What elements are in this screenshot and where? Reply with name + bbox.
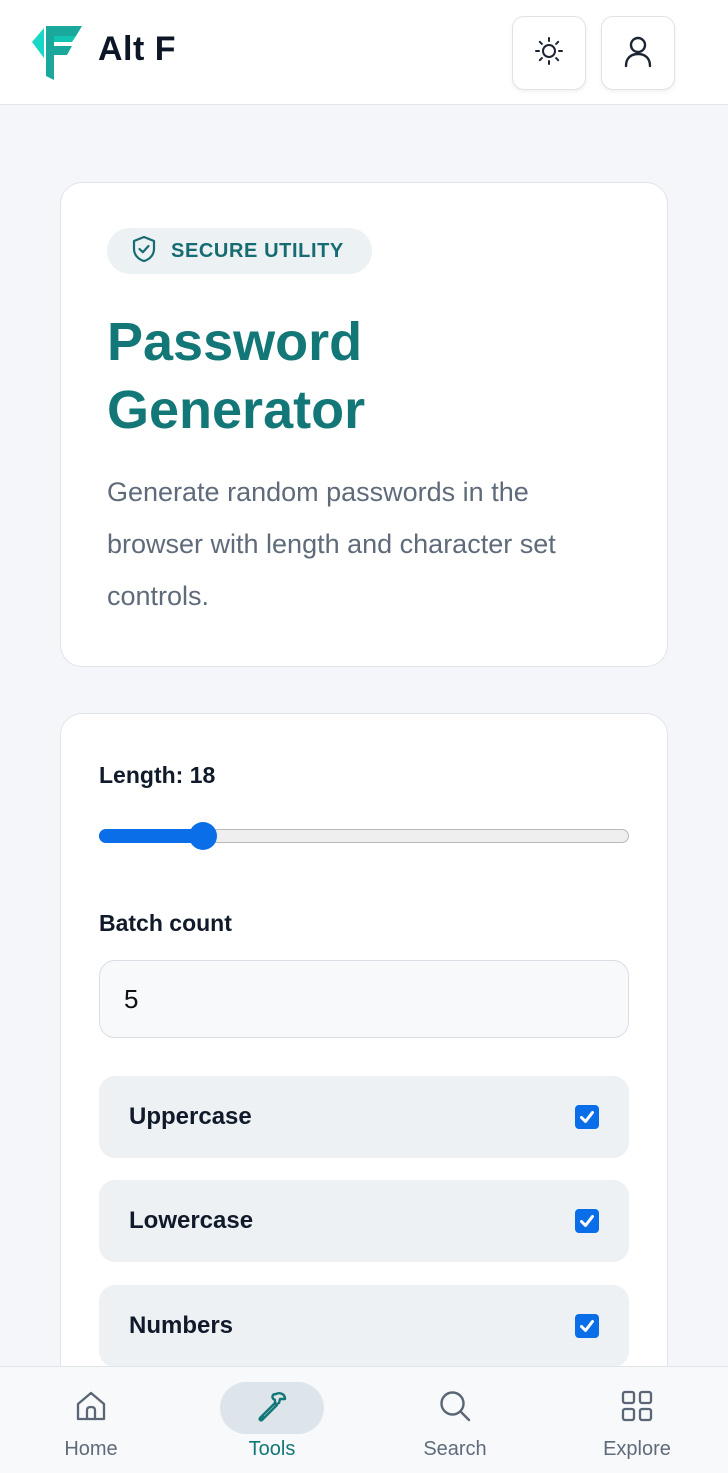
batch-count-label: Batch count [99, 910, 232, 936]
theme-toggle-button[interactable] [512, 16, 586, 90]
nav-search[interactable]: Search [385, 1367, 525, 1473]
length-slider[interactable] [99, 822, 629, 850]
option-label: Lowercase [129, 1207, 254, 1234]
top-header: Alt F [0, 0, 728, 105]
search-icon [437, 1388, 473, 1429]
grid-icon [620, 1389, 654, 1428]
bottom-nav: Home Tools Search Explore [0, 1366, 728, 1473]
nav-label: Tools [248, 1438, 296, 1460]
batch-count-input[interactable] [99, 960, 629, 1038]
user-icon [621, 34, 655, 73]
intro-card: SECURE UTILITY Password Generator Genera… [60, 182, 668, 667]
page-description: Generate random passwords in the browser… [107, 477, 556, 611]
nav-label: Search [423, 1438, 487, 1460]
lowercase-checkbox[interactable] [575, 1209, 599, 1233]
alt-f-logo-icon[interactable] [28, 22, 84, 82]
shield-check-icon [131, 235, 157, 268]
badge-label: SECURE UTILITY [171, 239, 344, 262]
option-numbers[interactable]: Numbers [99, 1285, 629, 1367]
uppercase-checkbox[interactable] [575, 1105, 599, 1129]
nav-home[interactable]: Home [21, 1367, 161, 1473]
brand-name[interactable]: Alt F [98, 30, 176, 69]
slider-fill [99, 829, 203, 843]
slider-thumb[interactable] [189, 822, 217, 850]
length-label: Length: 18 [99, 762, 216, 788]
option-uppercase[interactable]: Uppercase [99, 1076, 629, 1158]
account-button[interactable] [601, 16, 675, 90]
controls-card: Length: 18 Batch count Uppercase Lowerca… [60, 713, 668, 1433]
nav-label: Home [64, 1438, 118, 1460]
option-lowercase[interactable]: Lowercase [99, 1180, 629, 1262]
numbers-checkbox[interactable] [575, 1314, 599, 1338]
nav-tools[interactable]: Tools [202, 1367, 342, 1473]
option-label: Uppercase [129, 1103, 252, 1130]
page-title: Password Generator [107, 312, 366, 440]
option-label: Numbers [129, 1312, 234, 1339]
home-icon [74, 1389, 108, 1428]
wrench-icon [254, 1388, 290, 1429]
sun-icon [533, 35, 565, 72]
nav-label: Explore [603, 1438, 671, 1460]
nav-explore[interactable]: Explore [567, 1367, 707, 1473]
secure-utility-badge: SECURE UTILITY [107, 228, 372, 274]
